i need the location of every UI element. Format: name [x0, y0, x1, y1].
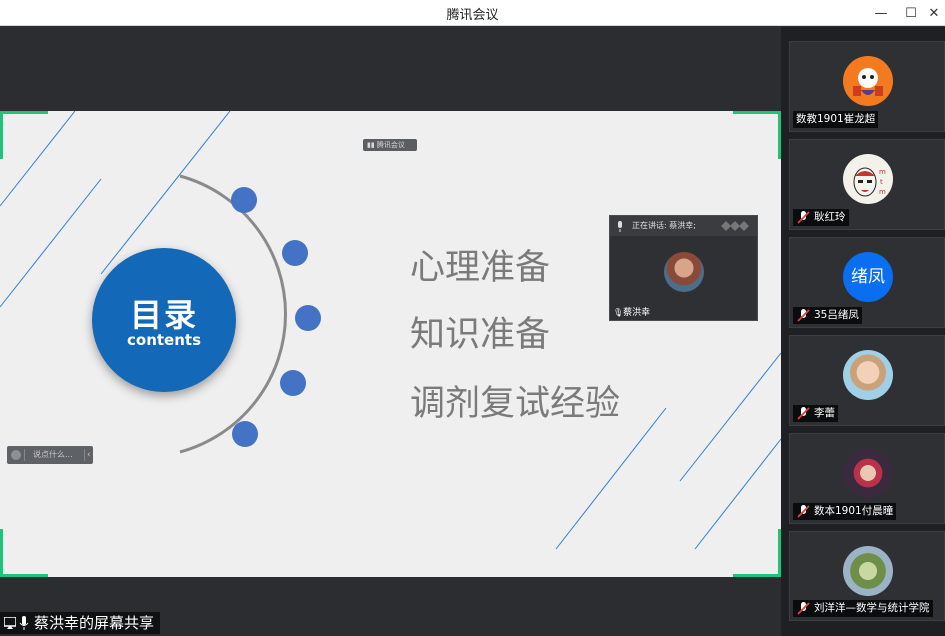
participant-name-label: 数本1901付晨曈	[793, 503, 897, 520]
speaker-mini-window[interactable]: 正在讲话: 蔡洪幸; 🎙蔡洪幸	[609, 215, 758, 321]
corner-marker	[733, 111, 781, 159]
toc-dot-5	[232, 421, 258, 447]
share-owner-text: 蔡洪幸的屏幕共享	[34, 614, 155, 632]
muted-mic-icon	[797, 211, 810, 224]
toc-item-2: 知识准备	[410, 315, 551, 355]
participant-tile[interactable]: 李蕾	[789, 335, 945, 426]
muted-mic-icon	[797, 505, 810, 518]
toc-dot-4	[280, 370, 306, 396]
corner-marker	[733, 529, 781, 577]
cartoon-avatar-icon	[853, 68, 883, 96]
screen-icon	[4, 617, 16, 629]
participant-tile[interactable]: 数教1901崔龙超	[789, 41, 945, 132]
corner-marker	[0, 111, 48, 159]
participant-name-label: 刘洋洋—数学与统计学院	[793, 600, 933, 617]
divider	[84, 449, 85, 461]
window-title: 腾讯会议	[446, 8, 499, 23]
participant-tile[interactable]: 绪凤 35吕绪凤	[789, 237, 945, 328]
speaker-header: 正在讲话: 蔡洪幸;	[610, 216, 757, 236]
participant-avatar	[843, 448, 893, 498]
corner-marker	[0, 529, 48, 577]
muted-mic-icon	[797, 309, 810, 322]
participant-avatar	[843, 350, 893, 400]
participant-tile[interactable]: 数本1901付晨曈	[789, 433, 945, 524]
mic-icon	[19, 616, 29, 630]
screen-share-stage: 目录 contents 心理准备 知识准备 调剂复试经验 ▮▮ 腾讯会议	[0, 27, 781, 636]
toc-subtitle: contents	[127, 331, 201, 349]
toc-title: 目录	[129, 296, 198, 334]
participant-name-label: 李蕾	[793, 405, 838, 422]
meeting-tag: ▮▮ 腾讯会议	[363, 139, 417, 151]
participant-name-label: 35吕绪凤	[793, 307, 862, 324]
muted-mic-icon	[797, 407, 810, 420]
divider	[24, 449, 25, 461]
participant-avatar	[843, 56, 893, 106]
participant-name: 数教1901崔龙超	[793, 111, 879, 128]
toc-dot-3	[295, 305, 321, 331]
title-bar: 腾讯会议 — ☐ ✕	[0, 0, 945, 26]
toc-dot-1	[231, 187, 257, 213]
svg-text:m: m	[879, 188, 886, 196]
toc-item-1: 心理准备	[410, 248, 551, 288]
participant-avatar: 绪凤	[843, 252, 893, 302]
close-button[interactable]: ✕	[918, 0, 945, 26]
speaker-avatar	[664, 252, 704, 292]
toc-badge: 目录 contents	[92, 248, 236, 392]
muted-mic-icon	[797, 602, 810, 615]
participant-name-label: 耿红玲	[793, 209, 849, 226]
signal-icon	[721, 221, 749, 231]
mic-icon	[618, 221, 622, 232]
shared-slide: 目录 contents 心理准备 知识准备 调剂复试经验	[0, 111, 781, 577]
minimize-button[interactable]: —	[865, 0, 897, 26]
screen-share-label: 蔡洪幸的屏幕共享	[0, 612, 161, 634]
toc-item-3: 调剂复试经验	[410, 384, 621, 424]
opera-mask-avatar-icon: mtm	[853, 167, 886, 197]
chat-input-bar[interactable]: 说点什么... ‹	[7, 446, 93, 464]
collapse-icon[interactable]: ‹	[87, 446, 91, 464]
svg-text:m: m	[879, 168, 886, 176]
toc-dot-2	[282, 240, 308, 266]
svg-text:t: t	[880, 178, 883, 186]
speaker-status: 正在讲话: 蔡洪幸;	[632, 221, 696, 230]
speaker-name-label: 🎙蔡洪幸	[613, 308, 651, 318]
participant-tile[interactable]: 刘洋洋—数学与统计学院	[789, 531, 945, 621]
avatar-icon	[11, 450, 21, 460]
chat-placeholder: 说点什么...	[33, 450, 73, 459]
participant-avatar	[843, 546, 893, 596]
participant-avatar: mtm	[843, 154, 893, 204]
participant-tile[interactable]: mtm 耿红玲	[789, 139, 945, 230]
